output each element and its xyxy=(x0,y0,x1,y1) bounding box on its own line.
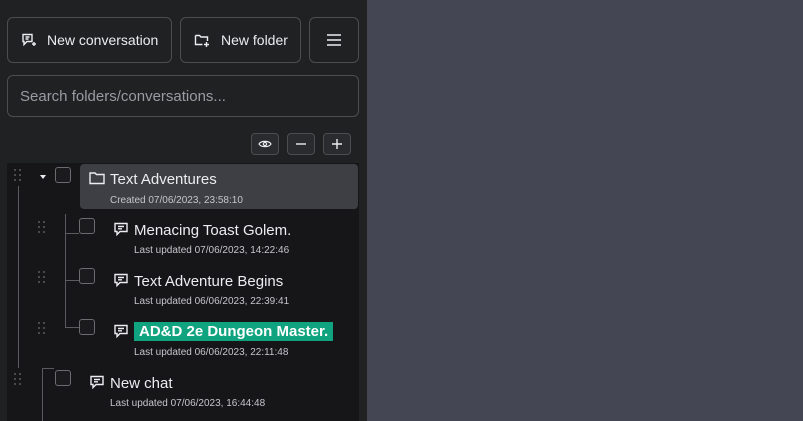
folder-row-text-adventures[interactable]: Text Adventures Created 07/06/2023, 23:5… xyxy=(80,164,358,209)
toggle-visibility-button[interactable] xyxy=(251,133,279,155)
caret-down-icon[interactable] xyxy=(38,173,48,181)
collapse-icon xyxy=(296,143,306,145)
tree-line xyxy=(65,214,66,327)
conversation-checkbox[interactable] xyxy=(55,370,71,386)
new-conversation-label: New conversation xyxy=(47,32,159,48)
conversation-updated: Last updated 07/06/2023, 16:44:48 xyxy=(110,398,266,409)
conversation-title: Text Adventure Begins xyxy=(134,273,284,290)
conversation-checkbox[interactable] xyxy=(79,218,95,234)
eye-icon xyxy=(258,140,272,148)
search-input[interactable] xyxy=(7,75,359,117)
new-conversation-button[interactable]: New conversation xyxy=(7,17,172,63)
sidebar-toolbar: New conversation New folder xyxy=(7,17,359,63)
drag-handle-icon[interactable] xyxy=(14,169,22,181)
chat-icon xyxy=(114,324,128,339)
tree-line xyxy=(65,233,79,234)
chat-icon xyxy=(90,375,104,390)
folder-created: Created 07/06/2023, 23:58:10 xyxy=(110,195,243,206)
tree-line xyxy=(65,280,79,281)
tree-line xyxy=(42,368,43,421)
conversation-row[interactable]: Menacing Toast Golem. Last updated 07/06… xyxy=(104,214,356,260)
chat-icon xyxy=(114,273,128,288)
conversation-checkbox[interactable] xyxy=(79,268,95,284)
conversation-title: Menacing Toast Golem. xyxy=(134,222,292,239)
folder-plus-icon xyxy=(194,34,209,47)
conversation-title: New chat xyxy=(110,375,173,392)
tree-line xyxy=(42,368,54,369)
chat-icon xyxy=(114,222,128,237)
conversation-row-new-chat[interactable]: New chat Last updated 07/06/2023, 16:44:… xyxy=(80,366,356,412)
conversation-updated: Last updated 07/06/2023, 14:22:46 xyxy=(134,245,290,256)
tree-line xyxy=(65,327,79,328)
drag-handle-icon[interactable] xyxy=(38,221,46,233)
new-folder-label: New folder xyxy=(221,32,288,48)
expand-icon xyxy=(332,139,342,149)
main-panel xyxy=(367,0,803,421)
drag-handle-icon[interactable] xyxy=(14,373,22,385)
tree-tools xyxy=(251,133,351,155)
conversation-updated: Last updated 06/06/2023, 22:39:41 xyxy=(134,296,290,307)
sidebar: New conversation New folder Search folde… xyxy=(0,0,367,421)
folder-checkbox[interactable] xyxy=(55,167,71,183)
new-folder-button[interactable]: New folder xyxy=(180,17,301,63)
new-chat-icon xyxy=(22,33,36,47)
conversation-row[interactable]: Text Adventure Begins Last updated 06/06… xyxy=(104,265,356,311)
menu-button[interactable] xyxy=(309,17,359,63)
tree-line xyxy=(18,186,19,368)
drag-handle-icon[interactable] xyxy=(38,322,46,334)
folder-title: Text Adventures xyxy=(110,171,217,188)
expand-all-button[interactable] xyxy=(323,133,351,155)
collapse-all-button[interactable] xyxy=(287,133,315,155)
conversation-row[interactable]: AD&D 2e Dungeon Master. Last updated 06/… xyxy=(104,315,356,361)
hamburger-icon xyxy=(327,34,341,46)
conversation-title-highlighted: AD&D 2e Dungeon Master. xyxy=(134,322,334,341)
drag-handle-icon[interactable] xyxy=(38,271,46,283)
conversation-checkbox[interactable] xyxy=(79,319,95,335)
conversation-updated: Last updated 06/06/2023, 22:11:48 xyxy=(134,347,289,358)
folder-icon xyxy=(89,172,105,185)
